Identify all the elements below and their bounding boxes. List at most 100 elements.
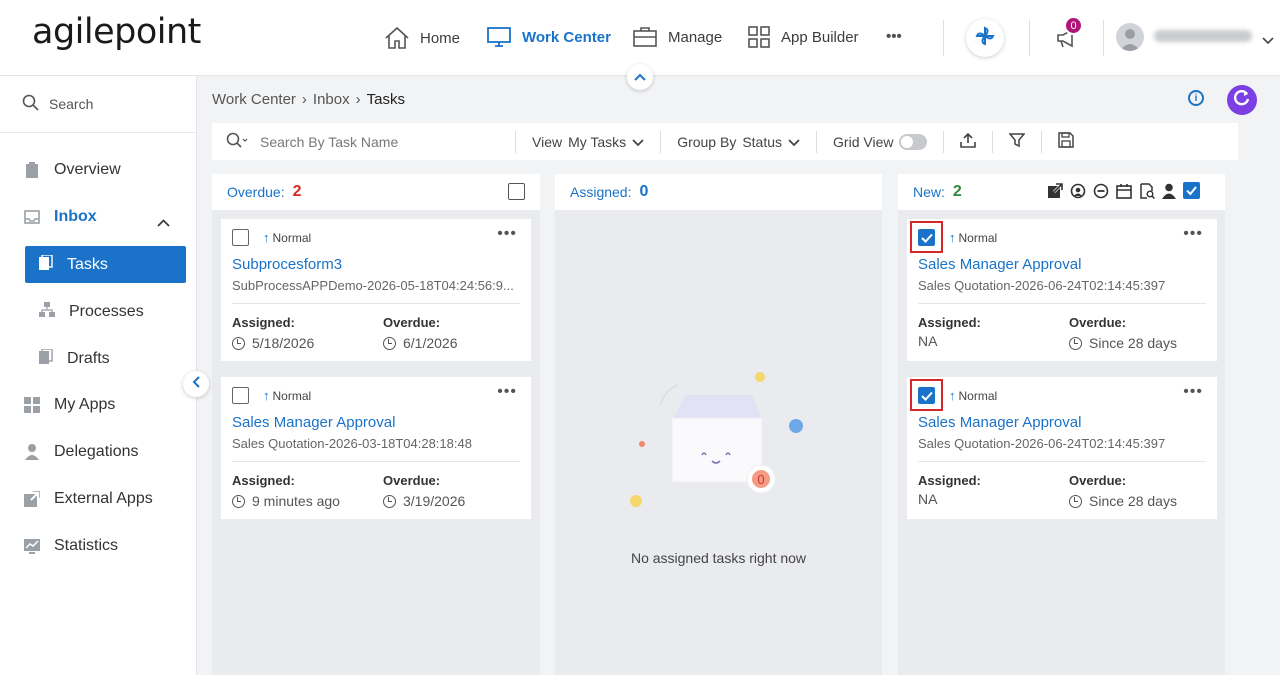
task-card[interactable]: ↑ Normal ••• Sales Manager Approval Sales…	[221, 377, 531, 519]
task-card[interactable]: ↑ Normal ••• Subprocesform3 SubProcessAPP…	[221, 219, 531, 361]
overdue-date: Since 28 days	[1089, 493, 1177, 509]
grid-view-label: Grid View	[833, 133, 894, 150]
assigned-label: Assigned:	[918, 473, 981, 488]
save-button[interactable]	[1042, 132, 1090, 151]
calendar-icon[interactable]	[1116, 183, 1132, 199]
external-link-icon	[24, 491, 40, 507]
info-icon[interactable]: i	[1188, 90, 1204, 106]
person-icon	[24, 444, 40, 460]
nav-work-center[interactable]: Work Center	[486, 26, 611, 48]
overdue-date: 3/19/2026	[403, 493, 466, 509]
sidebar-item-label: Delegations	[54, 443, 139, 460]
task-title[interactable]: Sales Manager Approval	[232, 414, 395, 431]
refresh-icon	[1233, 89, 1251, 112]
filter-button[interactable]	[993, 132, 1041, 151]
clock-icon	[1069, 336, 1082, 350]
sidebar-item-my-apps[interactable]: My Apps	[24, 396, 115, 414]
task-checkbox[interactable]	[232, 229, 249, 246]
chart-icon	[24, 538, 40, 554]
more-options-button[interactable]: •••	[1183, 383, 1203, 401]
priority-label: ↑ Normal	[949, 388, 997, 403]
avatar[interactable]	[1116, 23, 1144, 51]
sidebar-item-statistics[interactable]: Statistics	[24, 537, 118, 555]
assigned-value: 5/18/2026	[232, 335, 314, 351]
assigned-date: 9 minutes ago	[252, 493, 340, 509]
open-external-icon[interactable]	[1047, 182, 1063, 199]
column-body-new: ↑ Normal ••• Sales Manager Approval Sales…	[898, 210, 1225, 675]
sidebar-collapse-button[interactable]	[183, 371, 209, 397]
sidebar-item-overview[interactable]: Overview	[24, 161, 121, 179]
nav-app-builder[interactable]: App Builder	[747, 26, 859, 48]
overdue-label: Overdue:	[1069, 473, 1127, 488]
column-label: New:	[913, 184, 945, 200]
chevron-up-icon[interactable]	[157, 214, 170, 232]
breadcrumb-work-center[interactable]: Work Center	[212, 91, 296, 108]
refresh-button[interactable]	[1227, 85, 1257, 115]
breadcrumb-inbox[interactable]: Inbox	[313, 91, 350, 108]
column-label: Overdue:	[227, 184, 285, 200]
search-icon	[22, 94, 39, 114]
sidebar-item-external-apps[interactable]: External Apps	[24, 490, 153, 508]
collapse-header-button[interactable]	[627, 64, 653, 90]
task-checkbox[interactable]	[232, 387, 249, 404]
task-search[interactable]: Search By Task Name	[212, 132, 515, 151]
overdue-date: 6/1/2026	[403, 335, 458, 351]
sidebar-item-label: External Apps	[54, 490, 153, 507]
sidebar-item-label: Overview	[54, 161, 121, 178]
grid-view-toggle[interactable]: Grid View	[817, 133, 943, 150]
agilepoint-logo[interactable]: agilepoint	[32, 12, 201, 52]
select-all-checkbox[interactable]	[1183, 182, 1200, 199]
task-toolbar: Search By Task Name View My Tasks Group …	[212, 123, 1238, 160]
task-card[interactable]: ↑ Normal ••• Sales Manager Approval Sales…	[907, 219, 1217, 361]
nav-home-label: Home	[420, 29, 461, 47]
assigned-label: Assigned:	[232, 473, 295, 488]
empty-count-badge: 0	[757, 472, 765, 487]
more-options-button[interactable]: •••	[1183, 225, 1203, 243]
arrow-up-icon: ↑	[263, 388, 270, 403]
sidebar-item-label: Inbox	[54, 208, 97, 225]
reassign-icon[interactable]	[1070, 183, 1086, 199]
sidebar-item-inbox[interactable]: Inbox	[24, 208, 97, 226]
column-label: Assigned:	[570, 184, 632, 200]
priority-label: ↑ Normal	[949, 230, 997, 245]
apps-grid-icon	[24, 397, 40, 413]
column-header-assigned: Assigned: 0	[555, 174, 882, 210]
task-card[interactable]: ↑ Normal ••• Sales Manager Approval Sales…	[907, 377, 1217, 519]
priority-text: Normal	[958, 230, 998, 245]
group-by-value: Status	[742, 133, 783, 150]
sidebar-item-processes[interactable]: Processes	[25, 293, 186, 330]
group-by-dropdown[interactable]: Group By Status	[661, 134, 816, 150]
assigned-value: NA	[918, 333, 937, 349]
document-search-icon[interactable]	[1139, 182, 1155, 199]
divider	[943, 20, 944, 56]
chevron-down-icon[interactable]	[1262, 32, 1274, 50]
empty-box-illustration	[630, 372, 803, 507]
sidebar-item-tasks[interactable]: Tasks	[25, 246, 186, 283]
task-search-input[interactable]: Search By Task Name	[260, 134, 398, 150]
more-menu-button[interactable]: •••	[886, 28, 902, 45]
column-body-overdue: ↑ Normal ••• Subprocesform3 SubProcessAPP…	[212, 210, 540, 675]
search-icon	[226, 132, 248, 151]
sidebar-item-delegations[interactable]: Delegations	[24, 443, 139, 461]
more-options-button[interactable]: •••	[497, 225, 517, 243]
user-icon[interactable]	[1162, 183, 1176, 199]
nav-manage[interactable]: Manage	[632, 26, 722, 48]
select-all-checkbox[interactable]	[508, 183, 525, 200]
column-count: 0	[639, 183, 649, 200]
sidebar-item-drafts[interactable]: Drafts	[25, 340, 186, 377]
user-name-blurred[interactable]	[1154, 30, 1252, 42]
cancel-icon[interactable]	[1093, 183, 1109, 199]
sidebar-search[interactable]: Search	[0, 76, 197, 133]
view-dropdown[interactable]: View My Tasks	[516, 134, 660, 150]
clock-icon	[383, 336, 396, 350]
breadcrumb-separator: ›	[355, 91, 361, 108]
ai-assistant-button[interactable]	[966, 19, 1004, 57]
grid-view-switch[interactable]	[899, 133, 928, 150]
nav-home[interactable]: Home	[384, 26, 460, 50]
export-button[interactable]	[944, 132, 992, 151]
task-title[interactable]: Subprocesform3	[232, 256, 342, 273]
more-options-button[interactable]: •••	[497, 383, 517, 401]
task-title[interactable]: Sales Manager Approval	[918, 256, 1081, 273]
drafts-icon	[39, 347, 53, 369]
task-title[interactable]: Sales Manager Approval	[918, 414, 1081, 431]
